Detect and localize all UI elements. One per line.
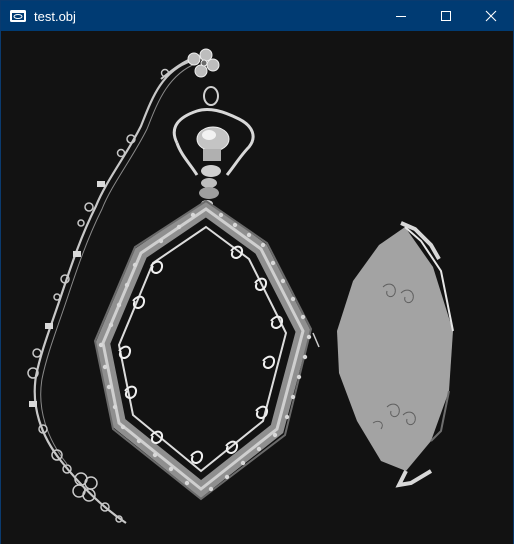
minimize-icon (395, 16, 406, 17)
title-bar[interactable]: test.obj (1, 1, 513, 31)
close-icon (485, 10, 496, 22)
window-title: test.obj (34, 8, 76, 24)
necklace-chain (27, 56, 198, 524)
pendant-bail (172, 86, 255, 208)
3d-viewport[interactable] (1, 31, 513, 544)
app-window: test.obj (0, 0, 514, 544)
close-button[interactable] (468, 1, 513, 31)
maximize-icon (440, 11, 451, 21)
top-clover-ornament (187, 48, 220, 78)
pendant-back-plate (337, 221, 454, 488)
app-icon (10, 8, 26, 24)
ornate-frame (93, 199, 320, 501)
model-render (27, 48, 454, 524)
maximize-button[interactable] (423, 1, 468, 31)
minimize-button[interactable] (378, 1, 423, 31)
window-controls (378, 1, 513, 31)
